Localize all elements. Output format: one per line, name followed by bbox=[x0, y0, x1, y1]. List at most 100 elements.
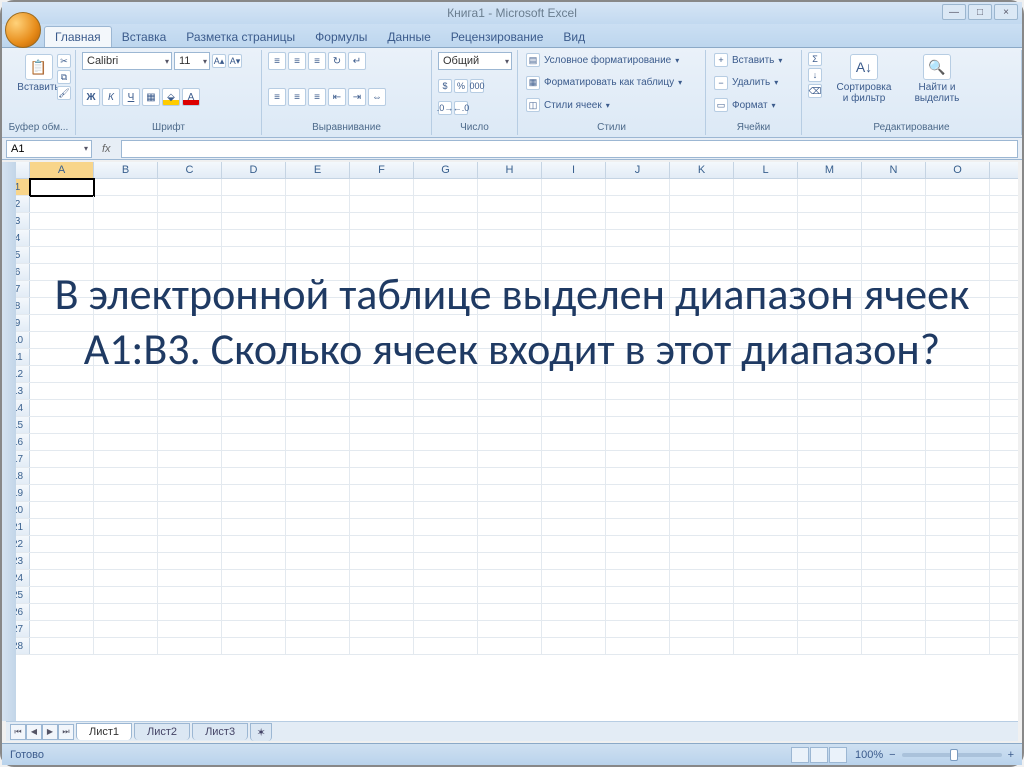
cell[interactable] bbox=[734, 213, 798, 230]
cell[interactable] bbox=[414, 468, 478, 485]
cell[interactable] bbox=[94, 349, 158, 366]
cell[interactable] bbox=[94, 519, 158, 536]
cell[interactable] bbox=[30, 332, 94, 349]
cell[interactable] bbox=[926, 349, 990, 366]
cell[interactable] bbox=[414, 332, 478, 349]
cell[interactable] bbox=[286, 417, 350, 434]
cell[interactable] bbox=[94, 383, 158, 400]
cell[interactable] bbox=[606, 213, 670, 230]
cell[interactable] bbox=[286, 179, 350, 196]
cell[interactable] bbox=[30, 400, 94, 417]
cell[interactable] bbox=[158, 383, 222, 400]
col-header[interactable]: C bbox=[158, 162, 222, 178]
cell[interactable] bbox=[542, 315, 606, 332]
cell[interactable] bbox=[670, 621, 734, 638]
cell[interactable] bbox=[478, 587, 542, 604]
cell[interactable] bbox=[286, 638, 350, 655]
view-layout-button[interactable] bbox=[810, 747, 828, 763]
cell[interactable] bbox=[350, 264, 414, 281]
cell[interactable] bbox=[222, 400, 286, 417]
format-cells-button[interactable]: ▭Формат▾ bbox=[712, 97, 795, 113]
cell[interactable] bbox=[478, 196, 542, 213]
cell[interactable] bbox=[606, 383, 670, 400]
cell[interactable] bbox=[350, 213, 414, 230]
sheet-nav-next[interactable]: ▶ bbox=[42, 724, 58, 740]
cell[interactable] bbox=[94, 468, 158, 485]
cell[interactable] bbox=[606, 621, 670, 638]
cell[interactable] bbox=[286, 332, 350, 349]
sheet-tab-1[interactable]: Лист1 bbox=[76, 723, 132, 740]
cell[interactable] bbox=[670, 400, 734, 417]
cell[interactable] bbox=[350, 179, 414, 196]
cell[interactable] bbox=[286, 400, 350, 417]
cell[interactable] bbox=[350, 604, 414, 621]
cell[interactable] bbox=[350, 366, 414, 383]
font-size-combo[interactable]: 11 bbox=[174, 52, 210, 70]
cell[interactable] bbox=[94, 230, 158, 247]
align-right-icon[interactable]: ≡ bbox=[308, 88, 326, 106]
cell[interactable] bbox=[862, 315, 926, 332]
cell[interactable] bbox=[30, 519, 94, 536]
cell[interactable] bbox=[670, 519, 734, 536]
cell[interactable] bbox=[158, 196, 222, 213]
cell[interactable] bbox=[350, 281, 414, 298]
cell[interactable] bbox=[542, 570, 606, 587]
cell[interactable] bbox=[862, 519, 926, 536]
cell[interactable] bbox=[350, 502, 414, 519]
cell[interactable] bbox=[158, 213, 222, 230]
cell[interactable] bbox=[286, 451, 350, 468]
cell[interactable] bbox=[414, 383, 478, 400]
cell[interactable] bbox=[798, 451, 862, 468]
cell[interactable] bbox=[350, 468, 414, 485]
delete-cells-button[interactable]: −Удалить▾ bbox=[712, 75, 795, 91]
col-header[interactable]: A bbox=[30, 162, 94, 178]
cell[interactable] bbox=[670, 332, 734, 349]
cell[interactable] bbox=[542, 332, 606, 349]
cell[interactable] bbox=[30, 281, 94, 298]
cell[interactable] bbox=[606, 332, 670, 349]
cell[interactable] bbox=[670, 451, 734, 468]
sheet-tab-2[interactable]: Лист2 bbox=[134, 723, 190, 740]
cell[interactable] bbox=[94, 451, 158, 468]
cell[interactable] bbox=[286, 604, 350, 621]
cell[interactable] bbox=[926, 604, 990, 621]
cell[interactable] bbox=[222, 332, 286, 349]
cell[interactable] bbox=[350, 315, 414, 332]
cell[interactable] bbox=[158, 349, 222, 366]
cell-styles-button[interactable]: ◫Стили ячеек▾ bbox=[524, 97, 699, 113]
cell[interactable] bbox=[94, 570, 158, 587]
cell[interactable] bbox=[670, 502, 734, 519]
cell[interactable] bbox=[670, 179, 734, 196]
cell[interactable] bbox=[798, 298, 862, 315]
cell[interactable] bbox=[94, 315, 158, 332]
cell[interactable] bbox=[350, 417, 414, 434]
cell[interactable] bbox=[94, 196, 158, 213]
cell[interactable] bbox=[414, 349, 478, 366]
cell[interactable] bbox=[798, 366, 862, 383]
cell[interactable] bbox=[158, 400, 222, 417]
cell[interactable] bbox=[350, 196, 414, 213]
cell[interactable] bbox=[606, 502, 670, 519]
cell[interactable] bbox=[222, 230, 286, 247]
cell[interactable] bbox=[222, 553, 286, 570]
cell[interactable] bbox=[734, 298, 798, 315]
sheet-nav-first[interactable]: ⏮ bbox=[10, 724, 26, 740]
cell[interactable] bbox=[222, 383, 286, 400]
cell[interactable] bbox=[542, 400, 606, 417]
wrap-text-icon[interactable]: ↵ bbox=[348, 52, 366, 70]
col-header[interactable]: K bbox=[670, 162, 734, 178]
cell[interactable] bbox=[606, 230, 670, 247]
cell[interactable] bbox=[606, 196, 670, 213]
clear-icon[interactable]: ⌫ bbox=[808, 84, 822, 98]
cell[interactable] bbox=[30, 451, 94, 468]
cell[interactable] bbox=[606, 315, 670, 332]
cell[interactable] bbox=[798, 638, 862, 655]
cell[interactable] bbox=[94, 502, 158, 519]
cell[interactable] bbox=[222, 604, 286, 621]
cell[interactable] bbox=[94, 332, 158, 349]
cell[interactable] bbox=[94, 400, 158, 417]
cell[interactable] bbox=[926, 196, 990, 213]
cell[interactable] bbox=[734, 315, 798, 332]
sheet-nav-last[interactable]: ⏭ bbox=[58, 724, 74, 740]
zoom-slider[interactable] bbox=[902, 753, 1002, 757]
